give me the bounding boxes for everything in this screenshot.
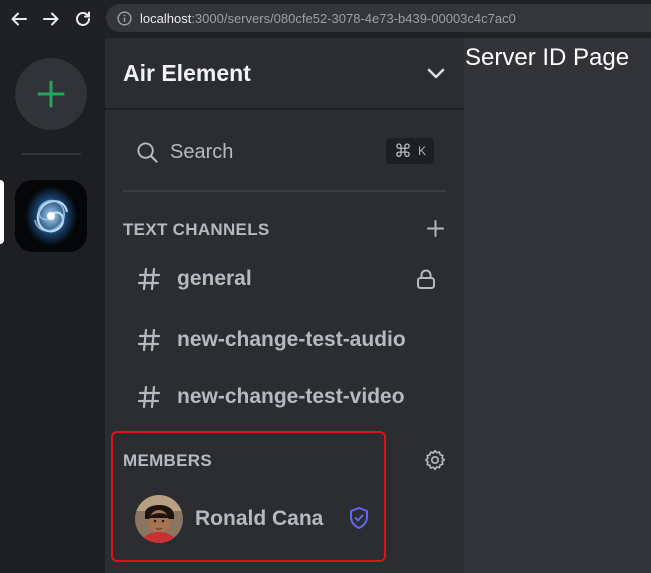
server-icon-air-element[interactable] xyxy=(15,180,87,252)
server-rail xyxy=(0,38,105,573)
arrow-left-icon xyxy=(11,12,27,26)
channel-sidebar: Air Element Search ⌘ K TEXT CHANNELS gen… xyxy=(105,38,464,573)
avatar xyxy=(135,495,183,543)
channel-item-new-change-test-video[interactable]: new-change-test-video xyxy=(123,374,447,420)
back-button[interactable] xyxy=(7,7,31,31)
galaxy-icon xyxy=(15,180,87,252)
lock-icon xyxy=(415,268,437,290)
page-title: Server ID Page xyxy=(465,44,630,71)
arrow-right-icon xyxy=(43,12,59,26)
hashtag-icon xyxy=(137,267,161,291)
reload-icon xyxy=(76,11,90,26)
shield-check-icon xyxy=(348,506,370,530)
hashtag-icon xyxy=(137,385,161,409)
member-name: Ronald Cana xyxy=(195,507,324,530)
browser-toolbar: localhost:3000/servers/080cfe52-3078-4e7… xyxy=(0,0,651,38)
reload-button[interactable] xyxy=(71,7,95,31)
channel-name: general xyxy=(177,267,252,290)
search-shortcut-badge: ⌘ K xyxy=(385,138,434,164)
chevron-down-icon xyxy=(427,68,445,79)
plus-icon xyxy=(37,80,65,108)
rail-separator xyxy=(21,153,81,155)
channel-item-general[interactable]: general xyxy=(123,256,447,302)
active-server-indicator xyxy=(0,180,4,244)
add-channel-button[interactable] xyxy=(425,218,445,238)
section-title-members: MEMBERS xyxy=(123,451,212,470)
plus-icon xyxy=(426,219,444,237)
search-divider xyxy=(123,190,446,192)
url-text: localhost:3000/servers/080cfe52-3078-4e7… xyxy=(140,11,516,26)
search-label: Search xyxy=(170,140,234,163)
shortcut-key: K xyxy=(417,144,426,158)
section-title-text-channels: TEXT CHANNELS xyxy=(123,220,270,239)
manage-members-button[interactable] xyxy=(423,448,447,472)
server-name: Air Element xyxy=(123,59,251,86)
hashtag-icon xyxy=(137,328,161,352)
url-path: :3000/servers/080cfe52-3078-4e73-b439-00… xyxy=(191,10,516,26)
search-icon xyxy=(136,141,159,164)
address-bar[interactable]: localhost:3000/servers/080cfe52-3078-4e7… xyxy=(106,4,651,32)
forward-button[interactable] xyxy=(39,7,63,31)
command-key-icon: ⌘ xyxy=(393,140,412,161)
site-info-icon[interactable] xyxy=(116,10,132,26)
search-button[interactable]: Search ⌘ K xyxy=(123,130,447,174)
channel-name: new-change-test-video xyxy=(177,385,405,408)
channel-name: new-change-test-audio xyxy=(177,328,406,351)
url-host: localhost xyxy=(140,10,192,26)
main-content: Server ID Page xyxy=(464,38,651,573)
add-server-button[interactable] xyxy=(15,58,87,130)
gear-icon xyxy=(425,449,445,471)
member-item[interactable]: Ronald Cana xyxy=(123,490,381,548)
channel-item-new-change-test-audio[interactable]: new-change-test-audio xyxy=(123,317,447,363)
server-header[interactable]: Air Element xyxy=(105,38,464,110)
